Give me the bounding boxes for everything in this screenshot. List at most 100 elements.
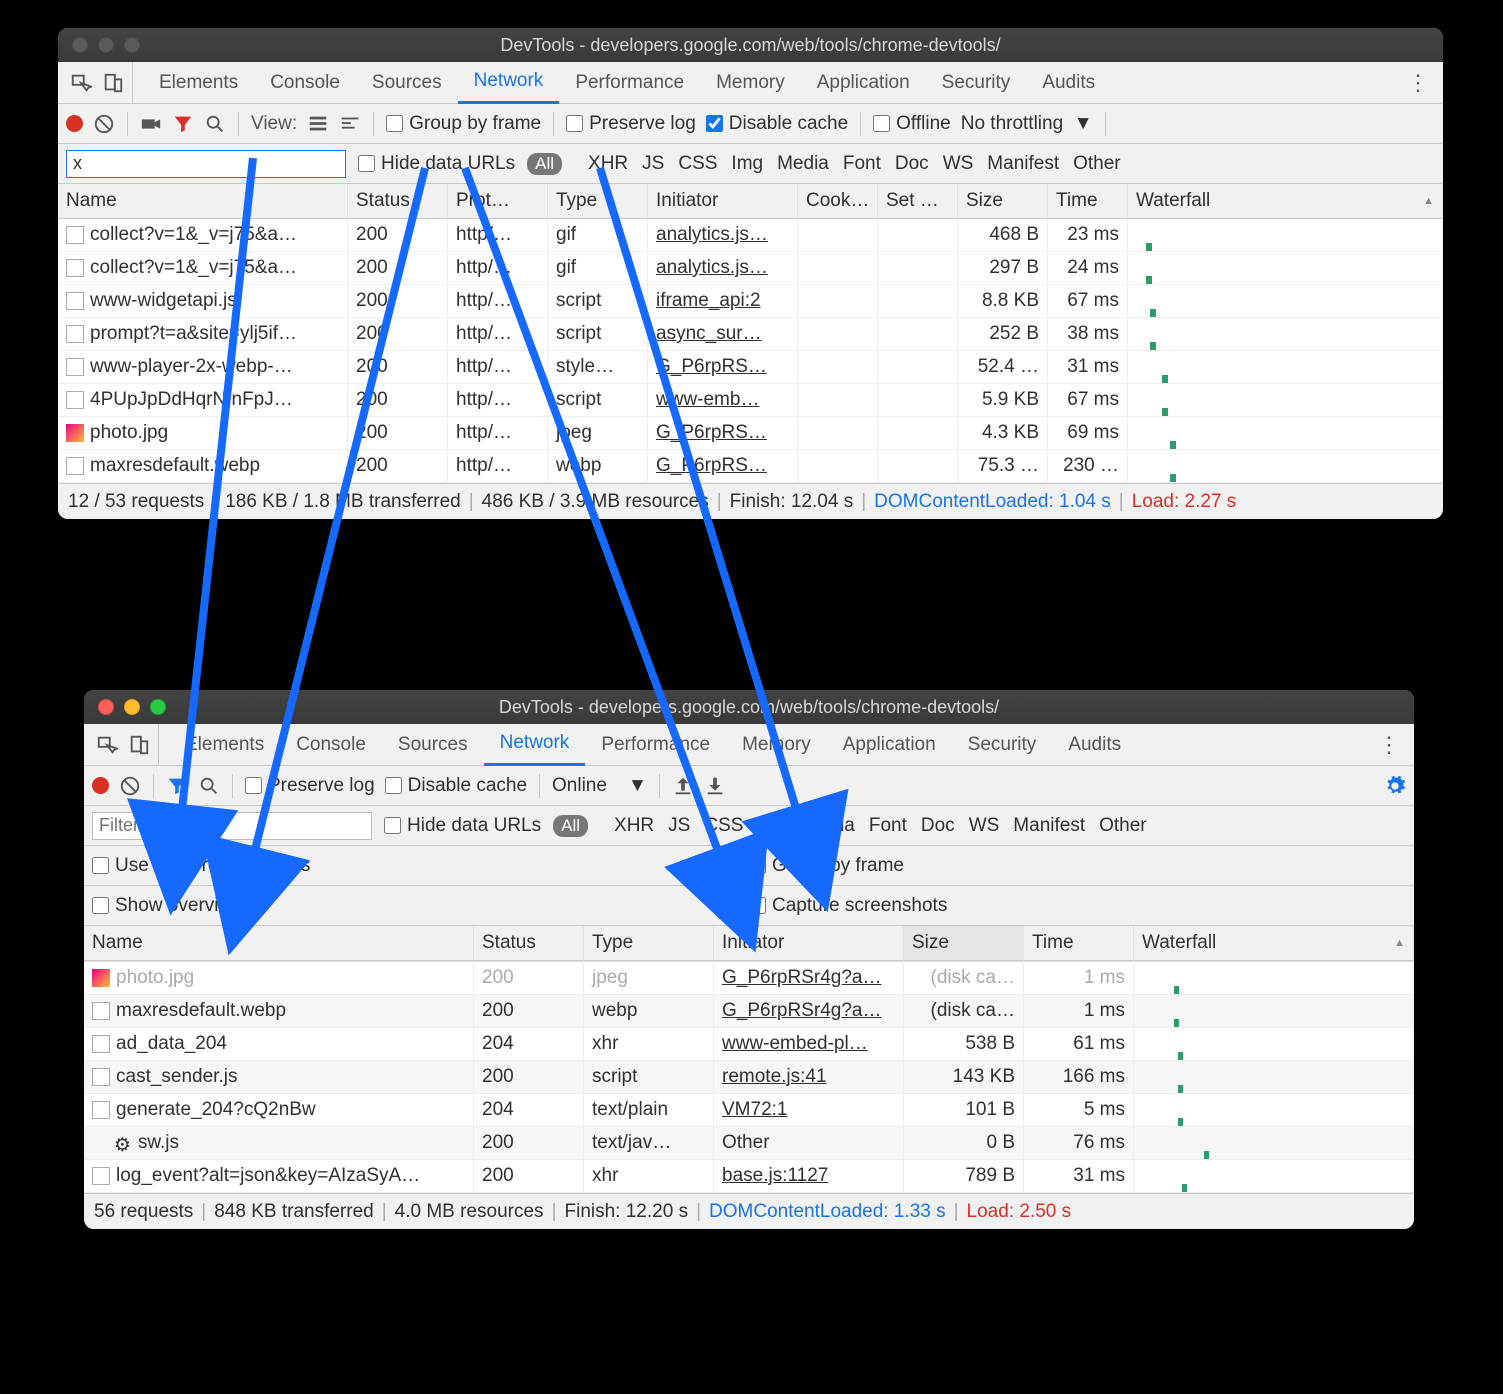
tab-memory[interactable]: Memory [726, 724, 827, 766]
more-icon[interactable]: ⋮ [1378, 732, 1400, 758]
col-header[interactable]: Initiator [714, 926, 904, 961]
overview-icon[interactable] [339, 113, 361, 135]
filter-type-img[interactable]: Img [757, 815, 789, 836]
filter-all[interactable]: All [553, 815, 588, 837]
filter-icon[interactable] [166, 775, 188, 797]
filter-type-css[interactable]: CSS [678, 153, 717, 174]
tab-performance[interactable]: Performance [585, 724, 726, 766]
tab-network[interactable]: Network [484, 724, 586, 766]
tab-application[interactable]: Application [827, 724, 952, 766]
inspect-icon[interactable] [96, 734, 118, 756]
filter-type-other[interactable]: Other [1073, 153, 1121, 174]
filter-type-js[interactable]: JS [642, 153, 664, 174]
large-rows-checkbox[interactable]: Use large request rows [92, 855, 310, 877]
capture-screenshots-checkbox[interactable]: Capture screenshots [749, 895, 947, 917]
hide-data-urls-checkbox[interactable]: Hide data URLs [358, 153, 515, 175]
filter-type-manifest[interactable]: Manifest [1013, 815, 1085, 836]
search-icon[interactable] [204, 113, 226, 135]
filter-type-ws[interactable]: WS [969, 815, 1000, 836]
tab-sources[interactable]: Sources [356, 62, 458, 104]
request-name[interactable]: photo.jpg [58, 417, 348, 450]
record-button[interactable] [92, 777, 109, 794]
tab-console[interactable]: Console [280, 724, 382, 766]
group-by-frame-checkbox[interactable]: Group by frame [386, 113, 541, 135]
preserve-log-checkbox[interactable]: Preserve log [245, 775, 375, 797]
filter-type-font[interactable]: Font [869, 815, 907, 836]
col-header[interactable]: Waterfall [1128, 184, 1443, 219]
large-rows-icon[interactable] [307, 113, 329, 135]
tab-network[interactable]: Network [458, 62, 560, 104]
device-icon[interactable] [102, 72, 124, 94]
throttling-select[interactable]: No throttling ▼ [961, 113, 1093, 135]
col-header[interactable]: Initiator [648, 184, 798, 219]
tab-security[interactable]: Security [926, 62, 1027, 104]
tab-memory[interactable]: Memory [700, 62, 801, 104]
col-header[interactable]: Time [1024, 926, 1134, 961]
filter-type-xhr[interactable]: XHR [588, 153, 628, 174]
request-name[interactable]: 4PUpJpDdHqrNInFpJ… [58, 384, 348, 417]
tab-audits[interactable]: Audits [1052, 724, 1137, 766]
col-header[interactable]: Name [84, 926, 474, 961]
upload-icon[interactable] [672, 775, 694, 797]
more-icon[interactable]: ⋮ [1407, 70, 1429, 96]
disable-cache-checkbox[interactable]: Disable cache [706, 113, 848, 135]
inspect-icon[interactable] [70, 72, 92, 94]
request-name[interactable]: collect?v=1&_v=j75&a… [58, 252, 348, 285]
tab-elements[interactable]: Elements [143, 62, 254, 104]
col-header[interactable]: Time [1048, 184, 1128, 219]
filter-input[interactable] [92, 812, 372, 840]
filter-icon[interactable] [172, 113, 194, 135]
filter-type-media[interactable]: Media [777, 153, 829, 174]
tab-console[interactable]: Console [254, 62, 356, 104]
request-name[interactable]: maxresdefault.webp [84, 995, 474, 1028]
tab-performance[interactable]: Performance [559, 62, 700, 104]
filter-type-xhr[interactable]: XHR [614, 815, 654, 836]
request-name[interactable]: www-player-2x-webp-… [58, 351, 348, 384]
search-icon[interactable] [198, 775, 220, 797]
preserve-log-checkbox[interactable]: Preserve log [566, 113, 696, 135]
zoom-icon[interactable] [150, 699, 166, 715]
col-header[interactable]: Waterfall [1134, 926, 1414, 961]
filter-type-other[interactable]: Other [1099, 815, 1147, 836]
filter-all[interactable]: All [527, 153, 562, 175]
clear-icon[interactable] [119, 775, 141, 797]
tab-sources[interactable]: Sources [382, 724, 484, 766]
tab-security[interactable]: Security [952, 724, 1053, 766]
minimize-icon[interactable] [124, 699, 140, 715]
col-header[interactable]: Cook… [798, 184, 878, 219]
filter-input[interactable] [66, 150, 346, 178]
zoom-icon[interactable] [124, 37, 140, 53]
request-name[interactable]: ⚙sw.js [84, 1127, 474, 1160]
offline-checkbox[interactable]: Offline [873, 113, 951, 135]
tab-elements[interactable]: Elements [169, 724, 280, 766]
device-icon[interactable] [128, 734, 150, 756]
disable-cache-checkbox[interactable]: Disable cache [385, 775, 527, 797]
col-header[interactable]: Name [58, 184, 348, 219]
camera-icon[interactable] [140, 113, 162, 135]
tab-application[interactable]: Application [801, 62, 926, 104]
col-header[interactable]: Size [904, 926, 1024, 961]
col-header[interactable]: Type [548, 184, 648, 219]
filter-type-ws[interactable]: WS [943, 153, 974, 174]
request-name[interactable]: collect?v=1&_v=j75&a… [58, 219, 348, 252]
settings-icon[interactable] [1384, 775, 1406, 797]
request-name[interactable]: www-widgetapi.js [58, 285, 348, 318]
throttling-select[interactable]: Online ▼ [552, 775, 647, 797]
request-name[interactable]: generate_204?cQ2nBw [84, 1094, 474, 1127]
group-by-frame-checkbox[interactable]: Group by frame [749, 855, 904, 877]
filter-type-doc[interactable]: Doc [921, 815, 955, 836]
download-icon[interactable] [704, 775, 726, 797]
col-header[interactable]: Set … [878, 184, 958, 219]
request-name[interactable]: photo.jpg [84, 961, 474, 995]
request-name[interactable]: ad_data_204 [84, 1028, 474, 1061]
filter-type-js[interactable]: JS [668, 815, 690, 836]
record-button[interactable] [66, 115, 83, 132]
minimize-icon[interactable] [98, 37, 114, 53]
filter-type-css[interactable]: CSS [704, 815, 743, 836]
tab-audits[interactable]: Audits [1026, 62, 1111, 104]
col-header[interactable]: Size [958, 184, 1048, 219]
request-name[interactable]: maxresdefault.webp [58, 450, 348, 483]
filter-type-manifest[interactable]: Manifest [987, 153, 1059, 174]
col-header[interactable]: Status [474, 926, 584, 961]
filter-type-media[interactable]: Media [803, 815, 855, 836]
